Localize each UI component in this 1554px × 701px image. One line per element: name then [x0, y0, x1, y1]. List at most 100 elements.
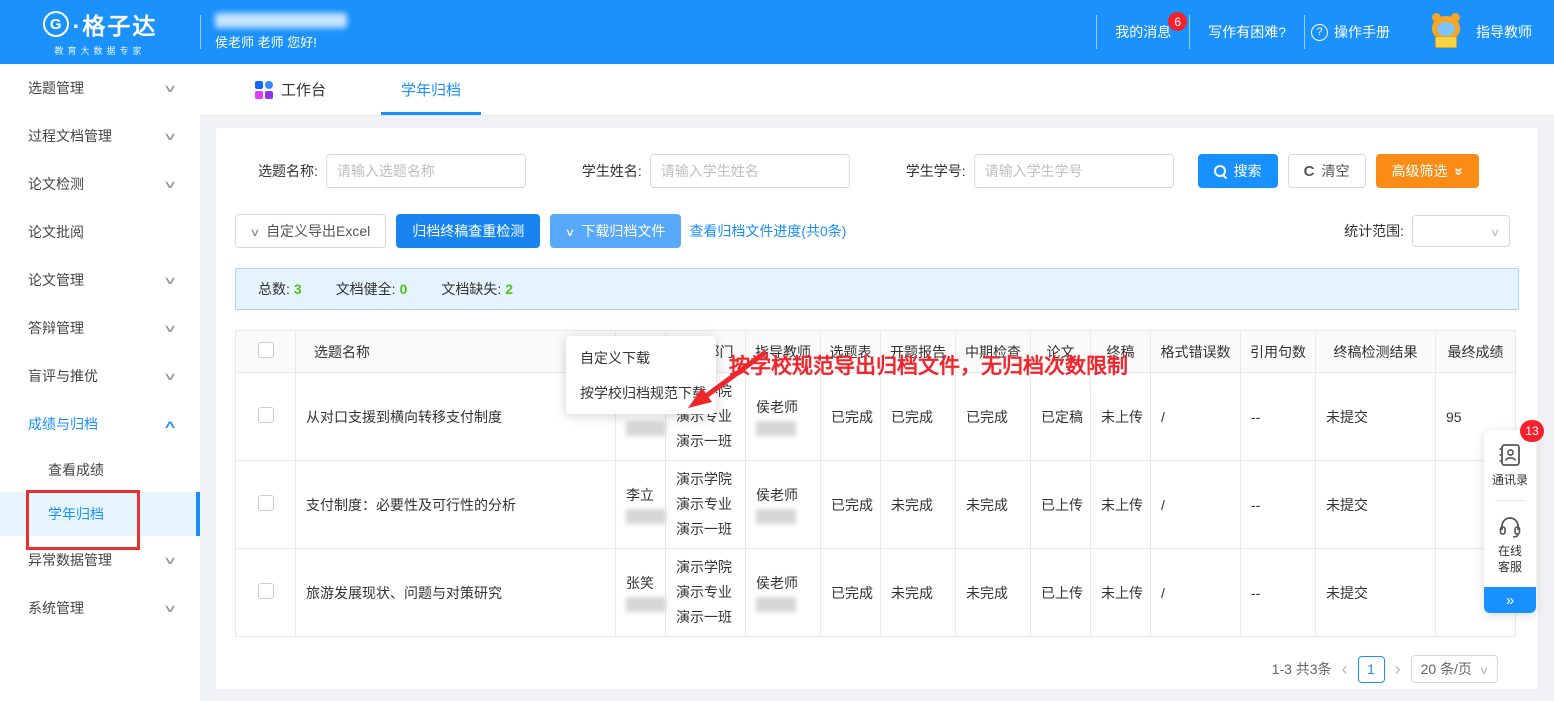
student-id-filter-input[interactable]: [974, 154, 1174, 188]
stats-bar: 总数:3 文档健全:0 文档缺失:2: [235, 268, 1519, 310]
prev-page-icon[interactable]: ‹: [1342, 660, 1348, 678]
status-cell: 已完成: [956, 373, 1031, 461]
app-root: G ·格子达 教育大数据专家 侯老师 老师 您好! 我的消息 6 写作有困难? …: [0, 0, 1554, 701]
tab-workbench[interactable]: 工作台: [255, 64, 326, 115]
select-all-checkbox[interactable]: [258, 342, 274, 358]
clear-button-label: 清空: [1322, 161, 1350, 181]
status-cell: --: [1241, 549, 1316, 637]
topic-filter-input[interactable]: [326, 154, 526, 188]
sidebar: 选题管理 过程文档管理 论文检测 论文批阅 论文管理 答辩管理 盲评与推优 成绩…: [0, 64, 200, 701]
redacted-text: [756, 509, 796, 524]
messages-menu[interactable]: 我的消息 6: [1097, 0, 1189, 64]
action-row: 自定义导出Excel 归档终稿查重检测 下载归档文件 查看归档文件进度(共0条)…: [235, 214, 1538, 248]
total-label: 总数:: [258, 281, 290, 297]
sidebar-item-defense-management[interactable]: 答辩管理: [0, 304, 200, 352]
status-cell: 未提交: [1316, 461, 1436, 549]
sidebar-item-process-docs[interactable]: 过程文档管理: [0, 112, 200, 160]
chevron-down-icon: [251, 223, 259, 239]
chevron-down-icon: [164, 602, 175, 615]
page-size-label: 20 条/页: [1421, 659, 1472, 679]
headset-icon[interactable]: [1497, 513, 1523, 539]
sidebar-item-grades-archive[interactable]: 成绩与归档: [0, 400, 200, 448]
chevron-down-icon: [164, 82, 175, 95]
sidebar-item-label: 查看成绩: [48, 460, 104, 480]
writing-help-menu[interactable]: 写作有困难?: [1190, 0, 1304, 64]
divider: [1495, 500, 1525, 501]
search-icon: [1214, 165, 1227, 178]
row-checkbox-cell: [236, 461, 296, 549]
final-draft-check-button[interactable]: 归档终稿查重检测: [396, 214, 540, 248]
online-service-label[interactable]: 在线 客服: [1498, 543, 1522, 575]
messages-badge: 6: [1168, 12, 1187, 31]
chevron-down-icon: [164, 274, 175, 287]
sidebar-item-paper-check[interactable]: 论文检测: [0, 160, 200, 208]
dept-line: 演示学院: [676, 467, 745, 492]
floating-helper-panel: 13 通讯录 在线 客服 »: [1484, 430, 1536, 613]
row-checkbox[interactable]: [258, 495, 274, 511]
refresh-icon: C: [1304, 163, 1315, 180]
double-chevron-down-icon: »: [1450, 167, 1467, 175]
search-button[interactable]: 搜索: [1198, 154, 1278, 188]
red-annotation-text: 按学校规范导出归档文件，无归档次数限制: [729, 350, 1128, 380]
table-row: 从对口支援到横向转移支付制度温文演示学院演示专业演示一班侯老师已完成已完成已完成…: [236, 373, 1516, 461]
row-checkbox-cell: [236, 549, 296, 637]
sidebar-item-topic-management[interactable]: 选题管理: [0, 64, 200, 112]
greeting-block: 侯老师 老师 您好!: [215, 13, 347, 51]
advanced-filter-button[interactable]: 高级筛选 »: [1376, 154, 1479, 188]
logo-text: ·格子达: [73, 7, 158, 41]
dept-line: 演示专业: [676, 492, 745, 517]
chevron-down-icon: [164, 130, 175, 143]
student-name-filter-input[interactable]: [650, 154, 850, 188]
stat-scope-select[interactable]: [1412, 215, 1510, 247]
table-row: 旅游发展现状、问题与对策研究张笑演示学院演示专业演示一班侯老师已完成未完成未完成…: [236, 549, 1516, 637]
sidebar-item-label: 成绩与归档: [28, 414, 98, 434]
download-archive-button[interactable]: 下载归档文件: [550, 214, 681, 248]
clear-button[interactable]: C 清空: [1288, 154, 1366, 188]
logo: G ·格子达 教育大数据专家: [0, 0, 200, 64]
next-page-icon[interactable]: ›: [1395, 660, 1401, 678]
status-cell: 已上传: [1031, 549, 1091, 637]
logo-tagline: 教育大数据专家: [54, 44, 145, 57]
chevron-down-icon: [164, 370, 175, 383]
status-cell: 未完成: [956, 461, 1031, 549]
row-checkbox[interactable]: [258, 407, 274, 423]
page-number-button[interactable]: 1: [1358, 656, 1385, 683]
sidebar-item-label: 系统管理: [28, 598, 84, 618]
student-id-filter-label: 学生学号:: [906, 161, 966, 181]
row-checkbox[interactable]: [258, 583, 274, 599]
sidebar-item-label: 过程文档管理: [28, 126, 112, 146]
writing-help-label: 写作有困难?: [1208, 22, 1286, 42]
redacted-text: [626, 597, 666, 612]
total-value: 3: [294, 281, 302, 297]
sidebar-item-year-archive[interactable]: 学年归档: [0, 492, 200, 536]
page-size-select[interactable]: 20 条/页: [1411, 655, 1498, 683]
topic-cell: 支付制度：必要性及可行性的分析: [296, 461, 616, 549]
chevron-down-icon: [164, 554, 175, 567]
col-header-final-grade: 最终成绩: [1436, 331, 1516, 373]
address-book-icon[interactable]: [1497, 442, 1523, 468]
student-name-filter-label: 学生姓名:: [582, 161, 642, 181]
col-header-format-errors: 格式错误数: [1151, 331, 1241, 373]
status-cell: 未上传: [1091, 373, 1151, 461]
sidebar-item-paper-management[interactable]: 论文管理: [0, 256, 200, 304]
sidebar-item-label: 盲评与推优: [28, 366, 98, 386]
docs-missing-label: 文档缺失:: [441, 281, 501, 297]
sidebar-item-label: 答辩管理: [28, 318, 84, 338]
status-cell: 已上传: [1031, 461, 1091, 549]
custom-export-excel-button[interactable]: 自定义导出Excel: [235, 214, 386, 248]
archive-progress-link[interactable]: 查看归档文件进度(共0条): [689, 221, 846, 241]
sidebar-item-system-management[interactable]: 系统管理: [0, 584, 200, 632]
tab-year-archive[interactable]: 学年归档: [401, 64, 461, 115]
sidebar-item-blind-review[interactable]: 盲评与推优: [0, 352, 200, 400]
sidebar-item-view-grades[interactable]: 查看成绩: [0, 448, 200, 492]
manual-link[interactable]: ? 操作手册: [1305, 22, 1396, 42]
status-cell: 未完成: [881, 461, 956, 549]
collapse-panel-button[interactable]: »: [1484, 587, 1536, 613]
status-cell: 已完成: [821, 461, 881, 549]
sidebar-item-label: 学年归档: [48, 504, 104, 524]
student-cell: 张笑: [616, 549, 666, 637]
sidebar-item-paper-review[interactable]: 论文批阅: [0, 208, 200, 256]
sidebar-item-abnormal-data[interactable]: 异常数据管理: [0, 536, 200, 584]
advisor-name: 侯老师: [756, 485, 820, 505]
contacts-label[interactable]: 通讯录: [1492, 472, 1528, 488]
